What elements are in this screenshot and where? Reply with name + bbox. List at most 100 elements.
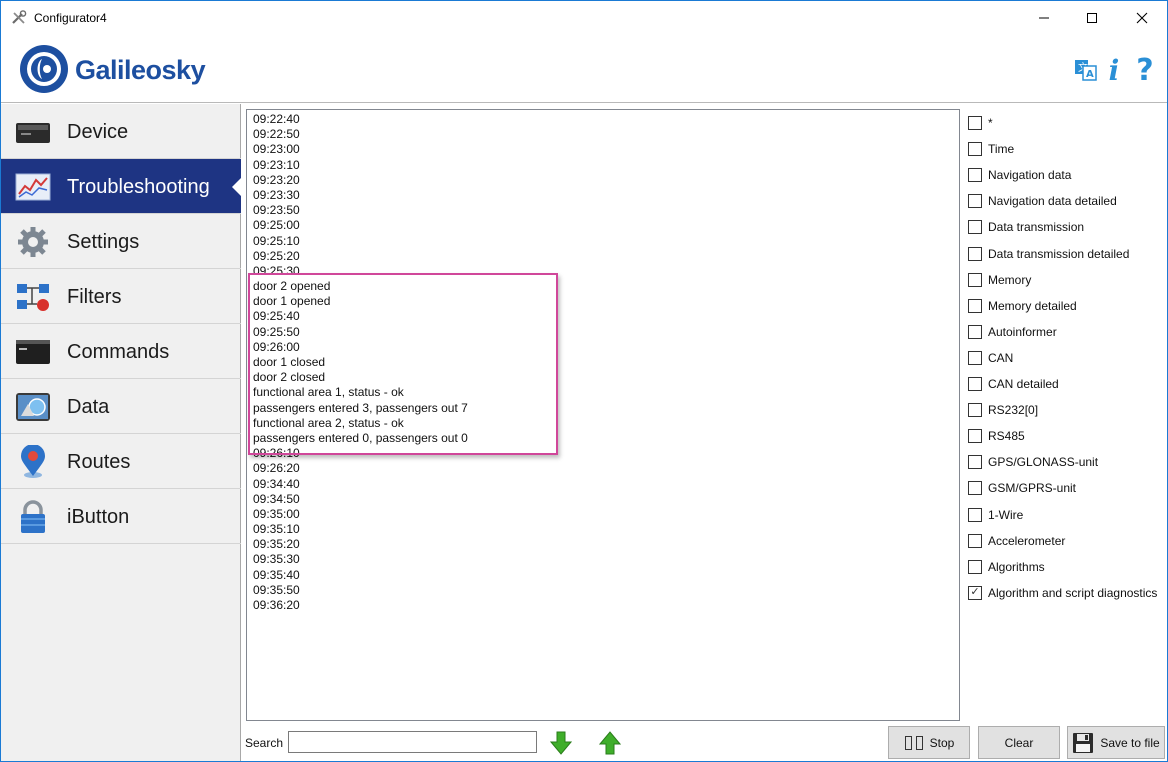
filter-label: RS485 [988, 429, 1025, 444]
filter-option[interactable]: GPS/GLONASS-unit [968, 452, 1098, 472]
filter-option[interactable]: Navigation data [968, 165, 1071, 185]
checkbox-checked[interactable]: ✓ [968, 585, 982, 600]
save-label: Save to file [1100, 735, 1160, 750]
checkbox[interactable] [968, 246, 982, 261]
checkbox[interactable] [968, 481, 982, 496]
checkbox[interactable] [968, 298, 982, 313]
log-line: 09:25:30 [253, 263, 300, 278]
checkbox[interactable] [968, 272, 982, 287]
filter-option[interactable]: Autoinformer [968, 322, 1057, 342]
map-pin-icon [21, 445, 45, 478]
sidebar-item-troubleshooting[interactable]: Troubleshooting [1, 159, 241, 214]
checkbox[interactable] [968, 168, 982, 183]
filter-option[interactable]: GSM/GPRS-unit [968, 478, 1076, 498]
checkbox[interactable] [968, 116, 982, 130]
filter-option[interactable]: 1-Wire [968, 505, 1023, 525]
checkbox[interactable] [968, 429, 982, 444]
filter-option[interactable]: CAN detailed [968, 374, 1059, 394]
filter-label: * [988, 116, 993, 130]
checkbox[interactable] [968, 533, 982, 548]
sidebar-item-device[interactable]: Device [1, 104, 241, 159]
sidebar-item-data[interactable]: Data [1, 379, 241, 434]
filter-label: Data transmission [988, 220, 1085, 235]
app-header: Galileosky 文 A i ? [1, 35, 1167, 103]
help-button[interactable]: ? [1131, 53, 1159, 88]
filter-option[interactable]: * [968, 113, 993, 133]
search-next-button[interactable] [548, 730, 574, 756]
checkbox[interactable] [968, 559, 982, 574]
minimize-button[interactable] [1021, 1, 1067, 35]
save-to-file-button[interactable]: Save to file [1067, 726, 1165, 759]
log-line: 09:35:00 [253, 506, 300, 521]
sidebar-item-filters[interactable]: Filters [1, 269, 241, 324]
sidebar-item-label: Routes [67, 451, 131, 473]
filter-option[interactable]: Data transmission [968, 217, 1084, 237]
filter-label: Algorithms [988, 559, 1045, 574]
filter-label: GPS/GLONASS-unit [988, 455, 1099, 470]
sidebar-item-commands[interactable]: Commands [1, 324, 241, 379]
close-button[interactable] [1119, 1, 1165, 35]
filter-option[interactable]: Time [968, 139, 1014, 159]
log-line: 09:35:10 [253, 522, 300, 537]
floppy-disk-icon [1073, 732, 1094, 753]
clear-button[interactable]: Clear [978, 726, 1060, 759]
filter-label: CAN [988, 350, 1014, 365]
log-line: 09:23:10 [253, 157, 300, 172]
log-line: 09:23:30 [253, 187, 300, 202]
filters-icon [17, 284, 49, 311]
sidebar-item-settings[interactable]: Settings [1, 214, 241, 269]
log-line: passengers entered 0, passengers out 0 [253, 430, 468, 445]
filter-option[interactable]: Data transmission detailed [968, 244, 1129, 264]
checkbox[interactable] [968, 377, 982, 391]
log-line: 09:23:50 [253, 203, 300, 218]
log-line: door 1 closed [253, 355, 326, 369]
arrow-down-icon [550, 731, 572, 755]
log-line: 09:25:00 [253, 218, 300, 233]
language-button[interactable]: 文 A [1072, 55, 1100, 85]
checkbox[interactable] [968, 455, 982, 470]
log-line: 09:35:40 [253, 567, 300, 582]
gear-icon [18, 227, 48, 257]
checkbox[interactable] [968, 507, 982, 522]
log-lines: 09:22:40 09:22:50 09:23:00 09:23:10 09:23:20… [253, 112, 468, 613]
checkbox[interactable] [968, 220, 982, 235]
filter-option[interactable]: Memory detailed [968, 296, 1077, 316]
filter-option[interactable]: RS232[0] [968, 400, 1038, 420]
filter-label: GSM/GPRS-unit [988, 481, 1077, 496]
checkbox[interactable] [968, 194, 982, 209]
brand-name: Galileosky [75, 55, 206, 85]
filter-option[interactable]: Algorithms [968, 557, 1045, 577]
checkbox[interactable] [968, 324, 982, 339]
checkbox[interactable] [968, 350, 982, 365]
active-item-pointer [232, 177, 242, 197]
maximize-icon [1087, 13, 1097, 23]
filter-option[interactable]: ✓ Algorithm and script diagnostics [968, 583, 1157, 603]
log-output[interactable]: 09:22:40 09:22:50 09:23:00 09:23:10 09:23:20… [246, 109, 960, 721]
filter-option[interactable]: Memory [968, 270, 1031, 290]
log-line: 09:26:00 [253, 339, 300, 354]
filter-label: Memory [988, 272, 1032, 287]
sidebar-item-label: Device [67, 121, 129, 143]
search-previous-button[interactable] [597, 730, 623, 756]
log-line: 09:22:40 [253, 112, 300, 126]
sidebar-item-routes[interactable]: Routes [1, 434, 241, 489]
filter-option[interactable]: Navigation data detailed [968, 191, 1117, 211]
filter-option[interactable]: CAN [968, 348, 1013, 368]
filter-label: Autoinformer [988, 324, 1057, 339]
log-line: door 1 opened [253, 294, 331, 309]
info-button[interactable]: i [1105, 54, 1123, 87]
filter-option[interactable]: RS485 [968, 426, 1025, 446]
filter-option[interactable]: Accelerometer [968, 531, 1065, 551]
sidebar-item-ibutton[interactable]: iButton [1, 489, 241, 544]
sidebar-item-label: iButton [67, 506, 130, 528]
lock-icon [21, 500, 45, 533]
checkbox[interactable] [968, 142, 982, 157]
log-line: 09:26:10 [253, 446, 300, 461]
search-input[interactable] [288, 731, 537, 753]
maximize-button[interactable] [1069, 1, 1115, 35]
stop-button[interactable]: Stop [888, 726, 970, 759]
filter-label: Accelerometer [988, 533, 1066, 548]
checkbox[interactable] [968, 403, 982, 418]
log-line: 09:25:40 [253, 309, 300, 324]
stop-label: Stop [929, 735, 955, 750]
